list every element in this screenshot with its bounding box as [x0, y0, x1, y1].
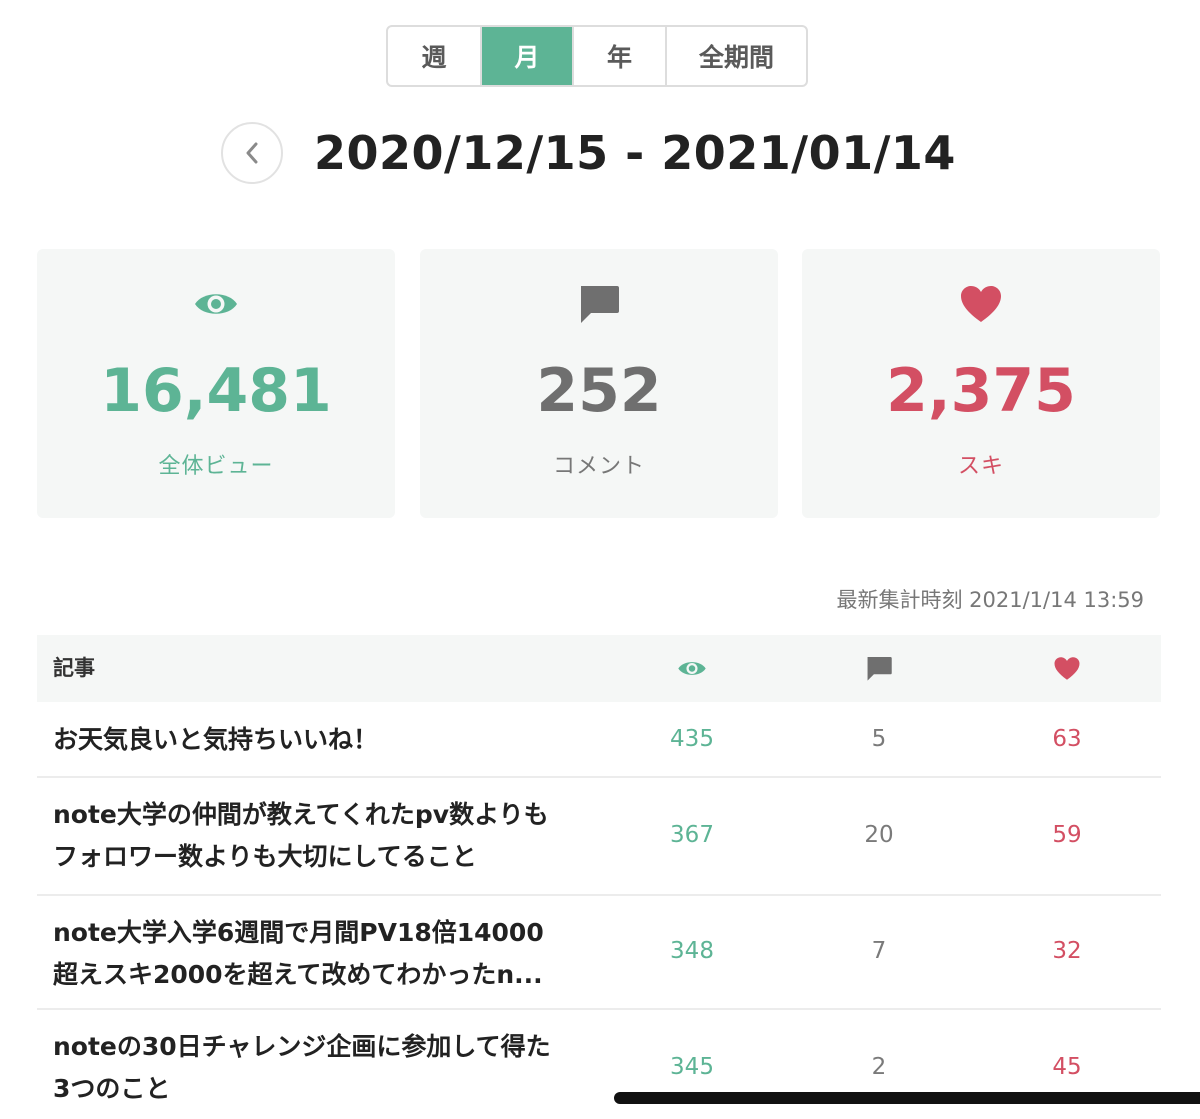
- comments-count: 7: [871, 938, 887, 964]
- tab-all-time[interactable]: 全期間: [667, 27, 806, 85]
- comments-value: 252: [536, 356, 662, 426]
- views-label: 全体ビュー: [158, 454, 274, 479]
- home-indicator[interactable]: [614, 1092, 1200, 1104]
- table-row[interactable]: note大学入学6週間で月間PV18倍14000 超えスキ2000を超えて改めて…: [37, 896, 1161, 1010]
- comments-label: コメント: [552, 454, 645, 479]
- chevron-left-icon: [246, 142, 258, 164]
- views-count: 435: [670, 726, 714, 752]
- likes-count: 63: [1052, 726, 1082, 752]
- views-value: 16,481: [100, 356, 332, 426]
- previous-period-button[interactable]: [221, 122, 283, 184]
- likes-label: スキ: [957, 454, 1004, 479]
- views-count: 367: [670, 822, 714, 848]
- likes-column-heart-icon[interactable]: [1037, 635, 1097, 702]
- comment-icon: [420, 281, 778, 327]
- period-tabs: 週 月 年 全期間: [386, 25, 808, 87]
- likes-count: 45: [1052, 1054, 1082, 1080]
- heart-icon: [802, 281, 1160, 327]
- table-header: 記事: [37, 635, 1161, 702]
- article-title[interactable]: お天気良いと気持ちいいね！: [53, 719, 598, 761]
- table-row[interactable]: お天気良いと気持ちいいね！ 435 5 63: [37, 702, 1161, 778]
- tab-year[interactable]: 年: [574, 27, 667, 85]
- comments-count: 5: [871, 726, 887, 752]
- comments-count: 2: [871, 1054, 887, 1080]
- comments-count: 20: [864, 822, 894, 848]
- tab-week[interactable]: 週: [388, 27, 482, 85]
- likes-card: 2,375 スキ: [802, 249, 1160, 518]
- comments-column-comment-icon[interactable]: [849, 635, 909, 702]
- views-count: 345: [670, 1054, 714, 1080]
- views-column-eye-icon[interactable]: [662, 635, 722, 702]
- article-title[interactable]: noteの30日チャレンジ企画に参加して得た 3つのこと: [53, 1026, 598, 1110]
- views-count: 348: [670, 938, 714, 964]
- article-title[interactable]: note大学入学6週間で月間PV18倍14000 超えスキ2000を超えて改めて…: [53, 912, 598, 996]
- views-card: 16,481 全体ビュー: [37, 249, 395, 518]
- eye-icon: [37, 281, 395, 327]
- comments-card: 252 コメント: [420, 249, 778, 518]
- likes-value: 2,375: [886, 356, 1076, 426]
- article-column-header: 記事: [53, 656, 95, 680]
- article-title[interactable]: note大学の仲間が教えてくれたpv数よりも フォロワー数よりも大切にしてること: [53, 794, 598, 878]
- likes-count: 32: [1052, 938, 1082, 964]
- date-range: 2020/12/15 - 2021/01/14: [314, 126, 956, 180]
- last-updated-timestamp: 最新集計時刻 2021/1/14 13:59: [836, 588, 1144, 612]
- tab-month[interactable]: 月: [482, 27, 574, 85]
- table-row[interactable]: note大学の仲間が教えてくれたpv数よりも フォロワー数よりも大切にしてること…: [37, 778, 1161, 896]
- likes-count: 59: [1052, 822, 1082, 848]
